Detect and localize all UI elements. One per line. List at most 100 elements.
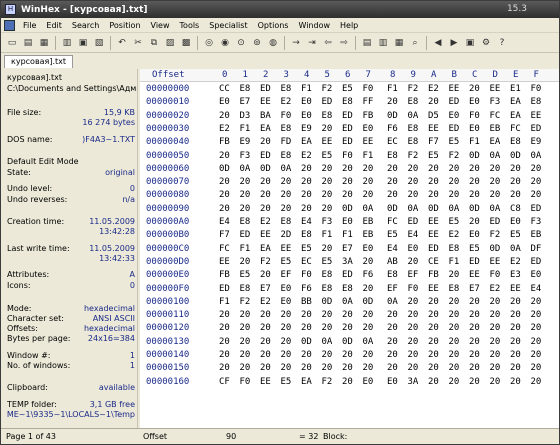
hex-byte[interactable]: BB xyxy=(301,296,312,309)
hex-byte[interactable]: EE xyxy=(260,96,271,109)
hex-byte[interactable]: 20 xyxy=(449,163,460,176)
hex-byte[interactable]: EE xyxy=(510,283,521,296)
hex-byte[interactable]: 0D xyxy=(387,203,398,216)
hex-row[interactable]: 00000070 20 20 20 20 20 20 20 20 20 20 20 20 20 20 20 20 xyxy=(140,176,559,189)
hex-byte[interactable]: EE xyxy=(428,216,439,229)
hex-row[interactable]: 00000050 20 F3 ED E8 E2 E5 F0 F1 E8 F2 E5 F2 0D 0A 0D 0A xyxy=(140,150,559,163)
hex-byte[interactable]: 20 xyxy=(363,362,374,375)
menu-window[interactable]: Window xyxy=(293,21,335,30)
camera-icon[interactable]: ▣ xyxy=(464,37,476,49)
hex-byte[interactable]: E0 xyxy=(408,243,419,256)
hex-byte[interactable]: E0 xyxy=(387,376,398,389)
hex-byte[interactable]: 0A xyxy=(363,203,374,216)
hex-byte[interactable]: E8 xyxy=(281,150,292,163)
replace-icon[interactable]: ⊙ xyxy=(235,37,247,49)
hex-byte[interactable]: E0 xyxy=(281,283,292,296)
hex-byte[interactable]: E8 xyxy=(281,83,292,96)
hex-byte[interactable]: EE xyxy=(490,256,501,269)
hex-byte[interactable]: 20 xyxy=(281,362,292,375)
hex-byte[interactable]: F2 xyxy=(322,83,333,96)
hex-byte[interactable]: 0A xyxy=(490,203,501,216)
hex-byte[interactable]: F0 xyxy=(281,110,292,123)
hex-byte[interactable]: EE xyxy=(281,243,292,256)
hex-byte[interactable]: F0 xyxy=(301,269,312,282)
hex-byte[interactable]: E0 xyxy=(469,123,480,136)
menu-search[interactable]: Search xyxy=(67,21,104,30)
hex-byte[interactable]: E5 xyxy=(281,256,292,269)
hex-byte[interactable]: EE xyxy=(469,269,480,282)
hex-byte[interactable]: E8 xyxy=(240,283,251,296)
hex-byte[interactable]: 20 xyxy=(342,376,353,389)
hex-byte[interactable]: E5 xyxy=(342,83,353,96)
hex-byte[interactable]: 20 xyxy=(240,176,251,189)
hex-byte[interactable]: F3 xyxy=(322,216,333,229)
hex-byte[interactable]: 0A xyxy=(363,336,374,349)
hex-byte[interactable]: 20 xyxy=(342,163,353,176)
hex-byte[interactable]: 20 xyxy=(510,376,521,389)
hex-byte[interactable]: E5 xyxy=(281,376,292,389)
hex-byte[interactable]: EA xyxy=(260,123,271,136)
hex-byte[interactable]: 20 xyxy=(281,336,292,349)
hex-byte[interactable]: E8 xyxy=(449,243,460,256)
hex-byte[interactable]: E7 xyxy=(342,243,353,256)
hex-byte[interactable]: E0 xyxy=(363,376,374,389)
hex-byte[interactable]: EE xyxy=(219,256,230,269)
hex-byte[interactable]: E9 xyxy=(240,136,251,149)
hex-byte[interactable]: E1 xyxy=(510,83,521,96)
hex-byte[interactable]: 20 xyxy=(342,176,353,189)
hex-byte[interactable]: E0 xyxy=(301,96,312,109)
hex-byte[interactable]: 0A xyxy=(510,243,521,256)
hex-byte[interactable]: EA xyxy=(301,136,312,149)
hex-byte[interactable]: E8 xyxy=(387,269,398,282)
hex-byte[interactable]: 20 xyxy=(322,123,333,136)
hex-byte[interactable]: 20 xyxy=(510,176,521,189)
hex-byte[interactable]: ED xyxy=(531,203,542,216)
hex-byte[interactable]: 0A xyxy=(449,203,460,216)
hex-byte[interactable]: 0D xyxy=(342,203,353,216)
hex-byte[interactable]: 2D xyxy=(281,229,292,242)
hex-byte[interactable]: E5 xyxy=(428,150,439,163)
hex-byte[interactable]: CC xyxy=(219,83,230,96)
hex-byte[interactable]: 20 xyxy=(281,189,292,202)
hex-byte[interactable]: 20 xyxy=(428,163,439,176)
hex-byte[interactable]: 20 xyxy=(219,176,230,189)
hex-byte[interactable]: 20 xyxy=(240,203,251,216)
hex-byte[interactable]: 20 xyxy=(510,309,521,322)
hex-byte[interactable]: E8 xyxy=(240,216,251,229)
hex-byte[interactable]: 20 xyxy=(322,349,333,362)
hex-byte[interactable]: EA xyxy=(490,136,501,149)
hex-byte[interactable]: E2 xyxy=(260,216,271,229)
hex-byte[interactable]: F2 xyxy=(408,83,419,96)
hex-row[interactable]: 000000B0 F7 ED EE 2D E8 F1 F1 EB E5 E4 EE E2 E0 F2 E5 EB xyxy=(140,229,559,242)
menu-help[interactable]: Help xyxy=(335,21,363,30)
hex-byte[interactable]: E8 xyxy=(240,83,251,96)
hex-byte[interactable]: F1 xyxy=(363,150,374,163)
hex-byte[interactable]: 20 xyxy=(469,189,480,202)
hex-byte[interactable]: 20 xyxy=(469,83,480,96)
hex-byte[interactable]: 20 xyxy=(510,349,521,362)
hex-byte[interactable]: 0D xyxy=(469,150,480,163)
hex-byte[interactable]: 20 xyxy=(219,309,230,322)
hex-byte[interactable]: 20 xyxy=(531,309,542,322)
hex-byte[interactable]: 20 xyxy=(281,349,292,362)
hex-byte[interactable]: 20 xyxy=(219,150,230,163)
hex-byte[interactable]: 20 xyxy=(260,336,271,349)
hex-byte[interactable]: E2 xyxy=(428,83,439,96)
menu-view[interactable]: View xyxy=(146,21,175,30)
hex-editor[interactable]: Offset 0123456789ABCDEF 00000000 CC E8 ED E8… xyxy=(140,69,559,428)
hex-byte[interactable]: F1 xyxy=(342,229,353,242)
hex-byte[interactable]: 20 xyxy=(281,322,292,335)
search-icon[interactable]: ⌕ xyxy=(409,37,421,49)
hex-byte[interactable]: F1 xyxy=(469,136,480,149)
hex-byte[interactable]: 20 xyxy=(387,349,398,362)
hex-byte[interactable]: 20 xyxy=(408,189,419,202)
goto-icon[interactable]: → xyxy=(290,37,302,49)
hex-byte[interactable]: EE xyxy=(428,123,439,136)
hex-byte[interactable]: F1 xyxy=(240,243,251,256)
hex-byte[interactable]: 20 xyxy=(260,322,271,335)
hex-byte[interactable]: EE xyxy=(260,376,271,389)
hex-byte[interactable]: 0D xyxy=(363,296,374,309)
hex-byte[interactable]: ED xyxy=(322,96,333,109)
hex-byte[interactable]: EE xyxy=(531,110,542,123)
hex-byte[interactable]: EE xyxy=(322,136,333,149)
